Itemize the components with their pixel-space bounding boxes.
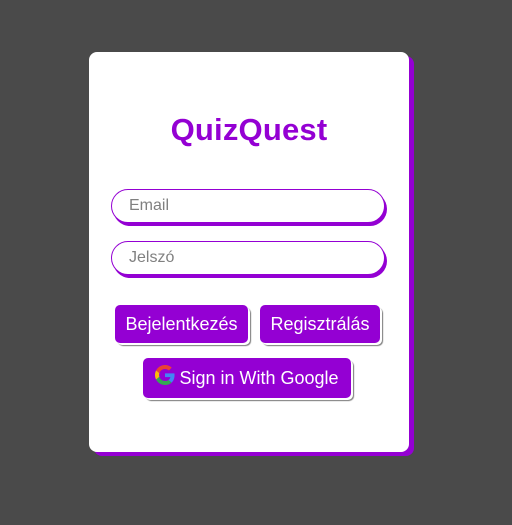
register-button[interactable]: Regisztrálás [260,305,380,343]
app-title: QuizQuest [170,112,328,147]
email-input[interactable] [111,189,385,223]
login-card: QuizQuest Bejelentkezés Regisztrálás Sig… [89,52,409,452]
google-icon [155,365,176,385]
password-input[interactable] [111,241,385,275]
google-signin-button[interactable]: Sign in With Google [143,358,351,398]
login-button-label: Bejelentkezés [125,313,238,334]
google-button-label: Sign in With Google [179,367,339,388]
register-button-label: Regisztrálás [270,313,370,334]
login-button[interactable]: Bejelentkezés [115,305,248,343]
